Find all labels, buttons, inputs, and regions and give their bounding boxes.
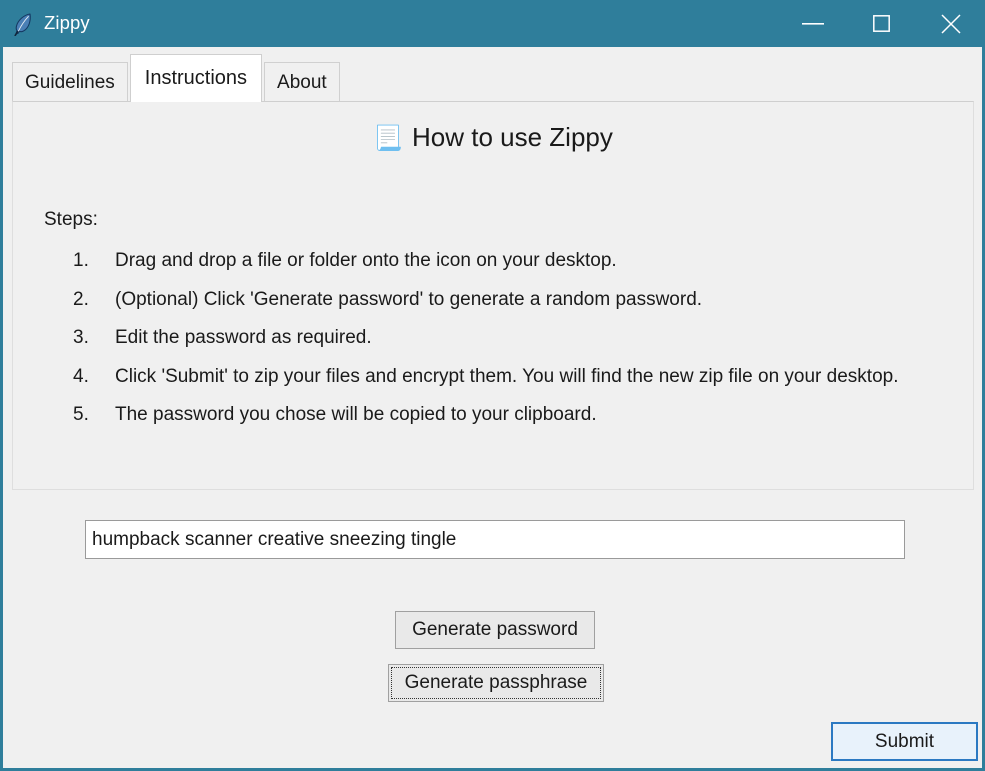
generate-password-button[interactable]: Generate password [395,611,595,649]
feather-quill-icon [10,10,36,38]
document-scroll-icon: 📃 [373,124,403,152]
tab-guidelines[interactable]: Guidelines [12,62,128,102]
window-controls [778,0,985,47]
tab-strip: Guidelines Instructions About [12,54,342,102]
list-item: (Optional) Click 'Generate password' to … [73,286,703,313]
list-item: Edit the password as required. [73,324,372,351]
steps-list: Drag and drop a file or folder onto the … [13,247,973,429]
list-item: Click 'Submit' to zip your files and enc… [73,363,899,390]
list-item: The password you chose will be copied to… [73,401,597,428]
maximize-icon[interactable] [847,0,916,47]
page-title-text: How to use Zippy [412,122,613,152]
list-item: Drag and drop a file or folder onto the … [73,247,617,274]
submit-button[interactable]: Submit [831,722,978,761]
window-title: Zippy [44,12,90,34]
page-title: 📃 How to use Zippy [13,122,973,153]
steps-label: Steps: [44,209,98,230]
tab-about[interactable]: About [264,62,340,102]
app-window: Zippy Guidelines Instructions About 📃 Ho… [0,0,985,771]
minimize-icon[interactable] [778,0,847,47]
generate-passphrase-button[interactable]: Generate passphrase [388,664,604,702]
close-icon[interactable] [916,0,985,47]
password-input[interactable] [85,520,905,559]
title-bar: Zippy [0,0,985,47]
instructions-panel: 📃 How to use Zippy Steps: Drag and drop … [12,101,974,490]
tab-instructions[interactable]: Instructions [129,54,263,102]
